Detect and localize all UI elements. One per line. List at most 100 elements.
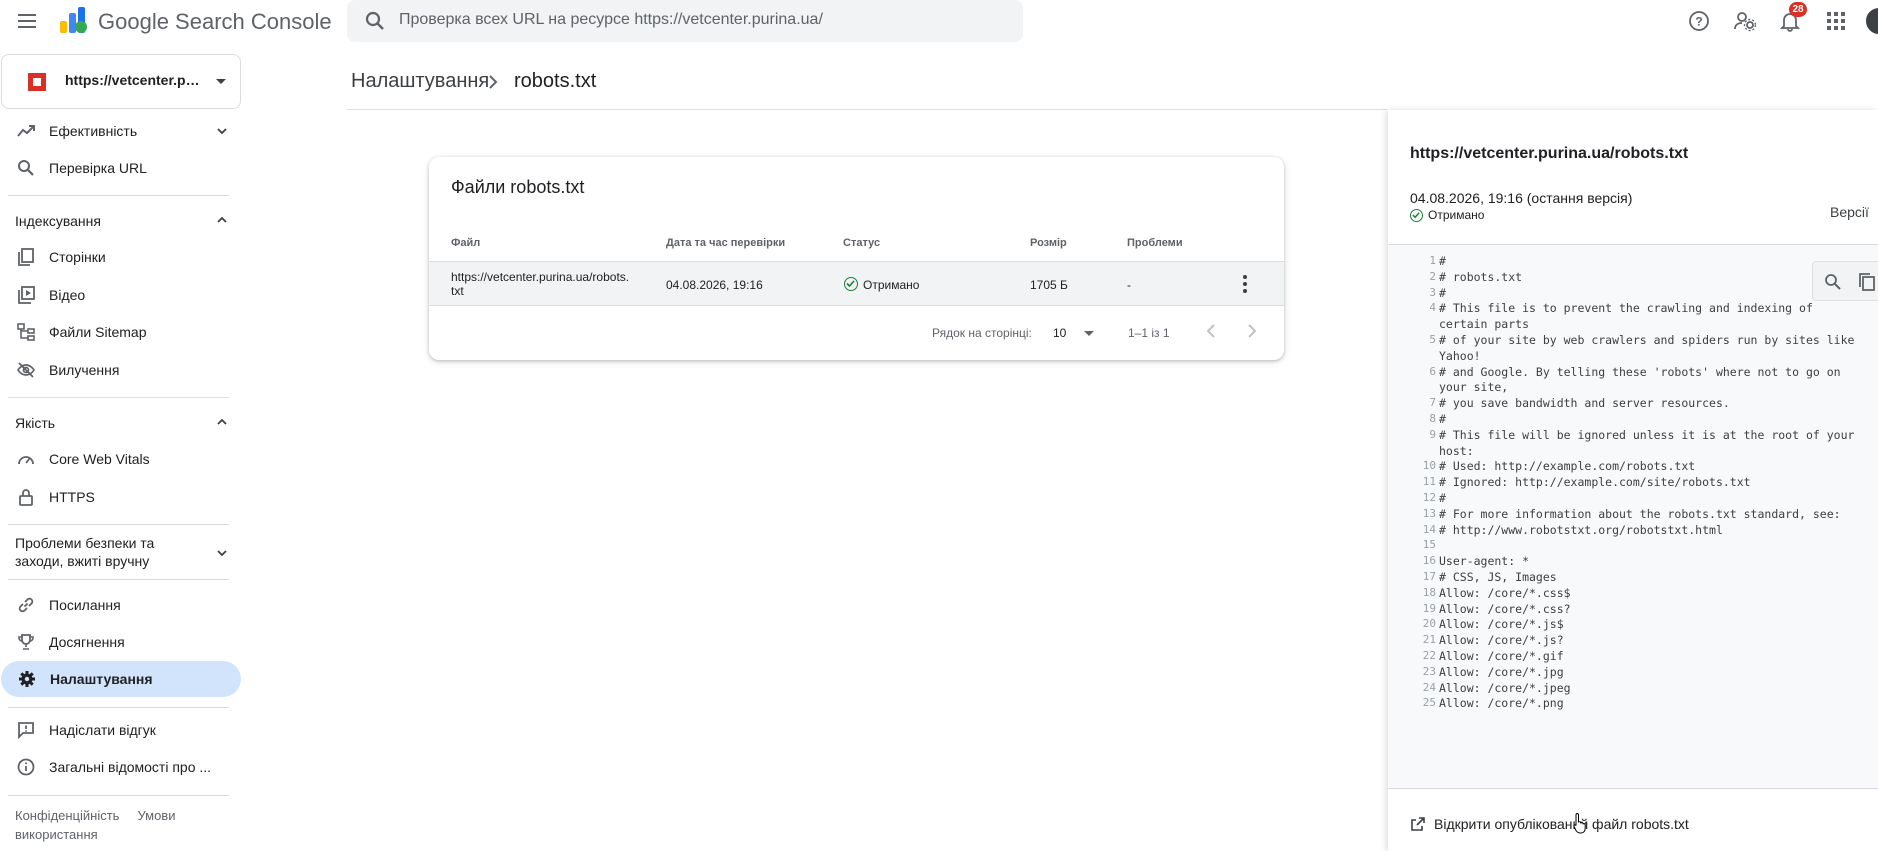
url-inspection-icon xyxy=(18,160,34,176)
chevron-up-icon xyxy=(217,418,227,425)
sidebar-item-links[interactable]: Посилання xyxy=(0,587,240,623)
search-icon[interactable] xyxy=(1823,272,1843,292)
search-input[interactable] xyxy=(399,4,999,36)
robots-code-viewer[interactable]: Allow: /core/*.png 25 Allow: /core/*.jpeg 2… xyxy=(1388,244,1878,789)
url-inspect-search[interactable] xyxy=(347,0,1023,42)
admin-settings-icon[interactable] xyxy=(1730,6,1760,36)
table-row[interactable]: https://vetcenter.purina.ua/robots.txt 0… xyxy=(429,261,1284,306)
sitemap-icon xyxy=(17,323,35,341)
section-label: Якість xyxy=(15,415,56,431)
more-vert-icon[interactable] xyxy=(1236,274,1254,294)
sidebar-item-achievements[interactable]: Досягнення xyxy=(0,624,240,660)
code-line-number: 14 xyxy=(1422,522,1436,536)
code-line-text: your site, xyxy=(1439,380,1509,395)
sidebar-item-video[interactable]: Відео xyxy=(0,277,240,313)
sidebar-item-label: Налаштування xyxy=(50,671,153,687)
breadcrumb-current: robots.txt xyxy=(514,70,597,92)
code-line-number: 9 xyxy=(1429,427,1436,441)
prev-page-button[interactable] xyxy=(1199,319,1223,343)
avatar[interactable] xyxy=(1864,6,1878,36)
column-header-status[interactable]: Статус xyxy=(843,237,880,249)
sidebar-item-about[interactable]: Загальні відомості про ... xyxy=(0,749,240,785)
sidebar-item-url-inspection[interactable]: Перевірка URL xyxy=(0,150,240,186)
code-line-number: 13 xyxy=(1422,506,1436,520)
chevron-down-icon xyxy=(217,128,227,135)
sidebar-item-performance[interactable]: Ефективність xyxy=(0,113,240,149)
code-line-text: # CSS, JS, Images xyxy=(1439,570,1557,584)
cell-file: https://vetcenter.purina.ua/robots.txt xyxy=(451,270,630,298)
next-page-button[interactable] xyxy=(1240,319,1264,343)
menu-icon[interactable] xyxy=(14,8,40,34)
column-header-issues[interactable]: Проблеми xyxy=(1127,237,1183,249)
code-line-number: 6 xyxy=(1429,364,1436,378)
property-selector[interactable]: https://vetcenter.puri... xyxy=(1,54,241,109)
divider xyxy=(8,579,229,580)
rows-per-page-select[interactable]: 10 xyxy=(1053,322,1097,342)
sidebar-section-quality[interactable]: Якість xyxy=(0,407,240,437)
versions-button[interactable]: Версії xyxy=(1830,204,1869,220)
copy-icon[interactable] xyxy=(1857,272,1877,292)
code-line-text: Allow: /core/*.js$ xyxy=(1439,617,1564,632)
panel-url: https://vetcenter.purina.ua/robots.txt xyxy=(1410,145,1689,162)
sidebar-item-label: Файли Sitemap xyxy=(49,324,147,340)
sidebar-section-indexing[interactable]: Індексування xyxy=(0,205,240,235)
video-icon xyxy=(18,286,35,304)
chevron-right-icon xyxy=(489,75,498,89)
code-line-text: Allow: /core/*.js? xyxy=(1439,633,1564,648)
divider xyxy=(8,397,229,398)
app-title[interactable]: Google Search Console xyxy=(98,9,332,35)
sidebar-item-label: Досягнення xyxy=(49,634,125,650)
search-icon[interactable] xyxy=(363,9,387,33)
sidebar-section-security[interactable]: Проблеми безпеки та заходи, вжиті вручну xyxy=(0,532,240,578)
code-line-number: 25 xyxy=(1422,696,1436,710)
chevron-down-icon xyxy=(217,550,227,557)
open-published-label: Відкрити опублікований файл robots.txt xyxy=(1434,816,1689,832)
code-line-text: Allow: /core/*.css? xyxy=(1439,601,1571,616)
divider xyxy=(347,109,1387,110)
core-web-vitals-icon xyxy=(18,456,34,465)
code-line-text: # Used: http://example.com/robots.txt xyxy=(1439,459,1696,474)
code-line-text: Allow: /core/*.jpeg xyxy=(1439,680,1571,695)
code-line-text: User-agent: * xyxy=(1439,554,1530,569)
code-line-number: 23 xyxy=(1422,664,1436,678)
code-line-number: 12 xyxy=(1422,491,1436,504)
robots-files-card: Файли robots.txt Файл Дата та час переві… xyxy=(429,157,1284,360)
code-toolbar xyxy=(1812,261,1878,301)
section-label: Індексування xyxy=(15,213,101,229)
sidebar-item-label: Перевірка URL xyxy=(49,160,147,176)
sidebar-item-label: Надіслати відгук xyxy=(49,722,156,738)
column-header-checked[interactable]: Дата та час перевірки xyxy=(666,237,785,249)
pointer-cursor-icon xyxy=(1573,812,1586,834)
divider xyxy=(8,524,229,525)
lock-icon xyxy=(19,489,33,506)
breadcrumb-parent[interactable]: Налаштування xyxy=(351,70,489,93)
apps-grid-icon[interactable] xyxy=(1821,6,1851,36)
search-console-logo[interactable] xyxy=(58,5,88,35)
code-line-number: 15 xyxy=(1422,538,1436,552)
sidebar-item-sitemaps[interactable]: Файли Sitemap xyxy=(0,314,240,350)
links-icon xyxy=(18,597,34,613)
help-icon[interactable]: ? xyxy=(1684,6,1714,36)
code-line-number: 17 xyxy=(1422,570,1436,583)
sidebar-item-https[interactable]: HTTPS xyxy=(0,479,240,515)
sidebar-item-pages[interactable]: Сторінки xyxy=(0,239,240,275)
notifications-icon[interactable]: 28 xyxy=(1775,2,1807,36)
cell-issues: - xyxy=(1127,278,1131,292)
sidebar-item-label: Загальні відомості про ... xyxy=(49,759,212,775)
code-line-number: 8 xyxy=(1429,412,1436,425)
top-bar: Google Search Console ? 28 xyxy=(0,0,1878,44)
page-range: 1–1 із 1 xyxy=(1128,326,1170,340)
open-in-new-icon xyxy=(1411,817,1425,831)
code-line-number: 16 xyxy=(1422,554,1436,568)
sidebar-item-feedback[interactable]: Надіслати відгук xyxy=(0,712,240,748)
sidebar-item-core-web-vitals[interactable]: Core Web Vitals xyxy=(0,441,240,477)
chevron-down-icon xyxy=(216,79,226,84)
column-header-size[interactable]: Розмір xyxy=(1030,237,1067,249)
sidebar-item-settings[interactable]: Налаштування xyxy=(1,661,241,697)
privacy-link[interactable]: Конфіденційність xyxy=(15,808,119,823)
code-line-number: 20 xyxy=(1422,617,1436,631)
trophy-icon xyxy=(18,634,34,650)
sidebar-item-removals[interactable]: Вилучення xyxy=(0,352,240,388)
column-header-file[interactable]: Файл xyxy=(451,237,480,249)
sidebar-item-label: Вилучення xyxy=(49,362,120,378)
